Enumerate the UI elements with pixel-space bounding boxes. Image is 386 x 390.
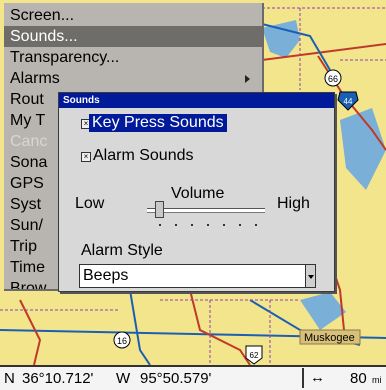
menu-item-label: My T xyxy=(10,112,46,129)
menu-item-sounds[interactable]: Sounds... xyxy=(4,26,262,47)
alarm-style-select[interactable]: Beeps xyxy=(79,264,316,288)
menu-item-label: Sun/ xyxy=(10,217,43,234)
menu-item-label: Brow xyxy=(10,280,47,289)
menu-item-label: Syst xyxy=(10,196,42,213)
route-66-shield: 66 xyxy=(324,69,342,87)
volume-tick xyxy=(159,224,161,226)
lat-prefix: N xyxy=(4,370,15,387)
route-16-label: 16 xyxy=(117,336,127,346)
city-label-muskogee: Muskogee xyxy=(304,332,355,344)
menu-item-label: Trip xyxy=(10,238,37,255)
volume-tick xyxy=(223,224,225,226)
alarm-style-label: Alarm Style xyxy=(81,242,163,259)
menu-item-label: Transparency... xyxy=(10,49,120,66)
menu-item-label: Alarms xyxy=(10,70,60,87)
status-bar: N 36°10.712' W 95°50.579' ↔ 80 mi xyxy=(0,365,386,390)
volume-low-label: Low xyxy=(75,195,105,212)
volume-label: Volume xyxy=(171,185,225,202)
scale-arrows-icon: ↔ xyxy=(302,368,325,388)
alarm-sounds-label[interactable]: Alarm Sounds xyxy=(93,147,194,165)
route-16-shield: 16 xyxy=(113,331,131,349)
menu-item-label: GPS xyxy=(10,175,44,192)
key-press-sounds-label[interactable]: Key Press Sounds xyxy=(89,114,227,132)
menu-item-label: Canc xyxy=(10,133,48,150)
menu-item-label: Sounds... xyxy=(10,28,78,45)
volume-slider-track[interactable] xyxy=(147,208,265,213)
alarm-style-value: Beeps xyxy=(83,267,129,284)
volume-tick xyxy=(239,224,241,226)
lon-prefix: W xyxy=(116,370,131,387)
scale-value: 80 xyxy=(350,370,367,387)
dropdown-arrow-icon[interactable] xyxy=(305,265,315,287)
longitude-value: 95°50.579' xyxy=(140,370,212,387)
volume-tick xyxy=(191,224,193,226)
volume-slider-thumb[interactable] xyxy=(155,201,164,218)
alarm-sounds-checkbox[interactable]: × xyxy=(81,152,91,162)
latitude-value: 36°10.712' xyxy=(22,370,94,387)
submenu-arrow-icon xyxy=(245,75,250,83)
volume-tick xyxy=(207,224,209,226)
menu-item-label: Rout xyxy=(10,91,44,108)
route-66-label: 66 xyxy=(328,74,338,84)
volume-high-label: High xyxy=(277,195,310,212)
route-62-label: 62 xyxy=(250,351,259,360)
menu-item-label: Time xyxy=(10,259,45,276)
menu-item-alarms[interactable]: Alarms xyxy=(10,68,256,89)
dialog-title: Sounds xyxy=(59,93,334,108)
volume-tick xyxy=(255,224,257,226)
route-44-label: 44 xyxy=(344,97,353,106)
scale-unit: mi xyxy=(372,375,382,385)
menu-item-label: Screen... xyxy=(10,7,75,24)
menu-item-screen[interactable]: Screen... xyxy=(10,5,256,26)
menu-item-label: Sona xyxy=(10,154,48,171)
gps-screen: 66 44 16 62 Muskogee Screen... Sounds...… xyxy=(0,0,386,390)
menu-item-transparency[interactable]: Transparency... xyxy=(10,47,256,68)
volume-tick xyxy=(175,224,177,226)
sounds-dialog: Sounds × Key Press Sounds × Alarm Sounds… xyxy=(58,92,335,292)
